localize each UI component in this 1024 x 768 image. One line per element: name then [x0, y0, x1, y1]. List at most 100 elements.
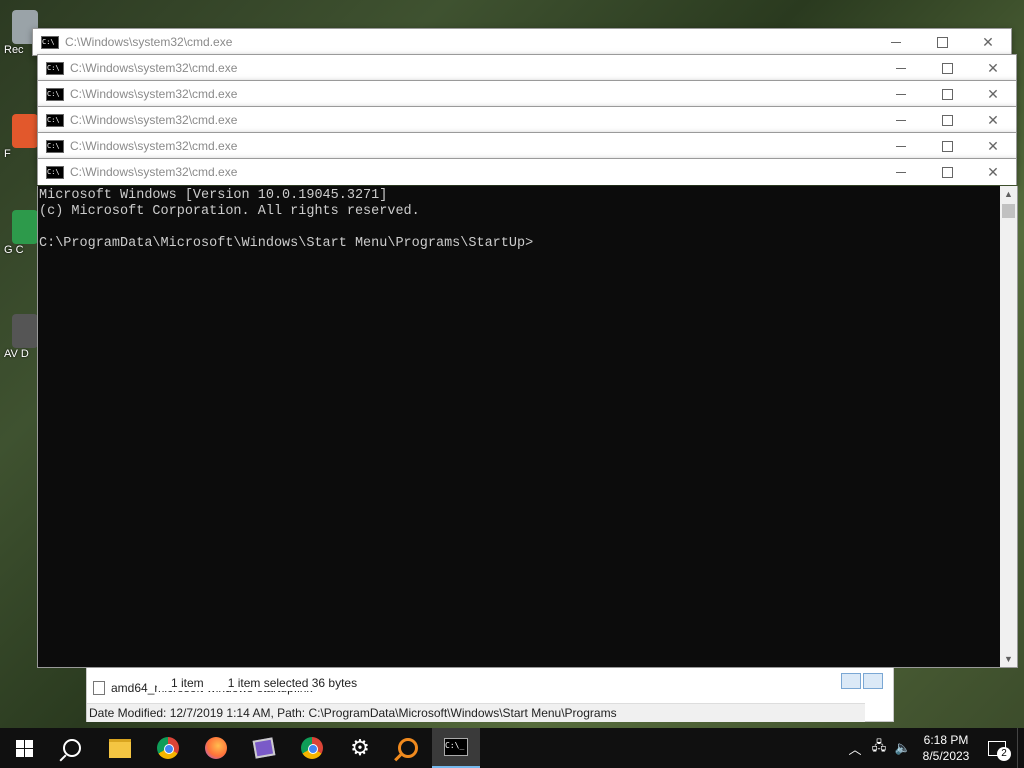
- action-center-button[interactable]: 2: [977, 728, 1017, 768]
- desktop-icon-label: AV D: [4, 348, 29, 360]
- file-explorer-icon: [109, 738, 131, 758]
- settings-gear-icon: ⚙: [350, 735, 370, 760]
- close-icon: ✕: [987, 59, 999, 76]
- maximize-button[interactable]: [924, 159, 970, 185]
- minimize-button[interactable]: [878, 55, 924, 81]
- cmd-window-2[interactable]: C:\ C:\Windows\system32\cmd.exe ✕: [37, 54, 1017, 82]
- cmd-icon: C:\: [46, 113, 64, 127]
- minimize-button[interactable]: [878, 133, 924, 159]
- search-icon: [63, 739, 81, 757]
- large-icons-view-button[interactable]: [863, 673, 883, 689]
- desktop-icon-avd[interactable]: AV D: [0, 314, 38, 360]
- window-title: C:\Windows\system32\cmd.exe: [65, 35, 233, 49]
- show-desktop-button[interactable]: [1017, 728, 1024, 768]
- search-button[interactable]: [48, 728, 96, 768]
- clock[interactable]: 6:18 PM 8/5/2023: [915, 732, 977, 764]
- clock-time: 6:18 PM: [923, 733, 969, 747]
- window-title: C:\Windows\system32\cmd.exe: [70, 61, 238, 75]
- minimize-icon: [896, 171, 906, 173]
- close-button[interactable]: ✕: [970, 55, 1016, 81]
- search-tool-icon: [398, 738, 418, 758]
- minimize-button[interactable]: [878, 81, 924, 107]
- desktop-icon-label: F: [4, 148, 11, 160]
- taskbar-chrome-2[interactable]: [288, 728, 336, 768]
- minimize-icon: [891, 41, 901, 43]
- taskbar-search-tool[interactable]: [384, 728, 432, 768]
- cmd-icon: C:\: [46, 87, 64, 101]
- close-icon: ✕: [987, 85, 999, 102]
- taskbar: ⚙ C:\_ ︿ 🖧 🔈 6:18 PM 8/5/2023 2: [0, 728, 1024, 768]
- minimize-icon: [896, 93, 906, 95]
- vertical-scrollbar[interactable]: ▲ ▼: [1000, 186, 1017, 667]
- view-buttons: [841, 673, 883, 689]
- minimize-icon: [896, 145, 906, 147]
- close-button[interactable]: ✕: [970, 159, 1016, 185]
- desktop-icon-recycle-bin[interactable]: Rec: [0, 10, 38, 56]
- taskbar-file-explorer[interactable]: [96, 728, 144, 768]
- maximize-icon: [941, 166, 953, 178]
- maximize-button[interactable]: [924, 81, 970, 107]
- maximize-button[interactable]: [924, 133, 970, 159]
- scrollbar-thumb[interactable]: [1002, 204, 1015, 218]
- cmd-icon: C:\: [46, 139, 64, 153]
- system-tray: ︿ 🖧 🔈 6:18 PM 8/5/2023 2: [843, 728, 1024, 768]
- cmd-window-5[interactable]: C:\ C:\Windows\system32\cmd.exe ✕: [37, 132, 1017, 160]
- minimize-button[interactable]: [873, 29, 919, 55]
- maximize-button[interactable]: [924, 55, 970, 81]
- cmd-window-1[interactable]: C:\ C:\Windows\system32\cmd.exe ✕: [32, 28, 1012, 56]
- desktop-icon-label: G C: [4, 244, 24, 256]
- desktop-icon-firefox[interactable]: F: [0, 114, 38, 160]
- notification-badge: 2: [997, 747, 1011, 761]
- console-text: Microsoft Windows [Version 10.0.19045.32…: [38, 186, 1017, 252]
- window-title: C:\Windows\system32\cmd.exe: [70, 139, 238, 153]
- minimize-icon: [896, 67, 906, 69]
- taskbar-settings[interactable]: ⚙: [336, 728, 384, 768]
- scroll-down-arrow-icon[interactable]: ▼: [1000, 651, 1017, 667]
- desktop-icon-chrome[interactable]: G C: [0, 210, 38, 256]
- video-editor-icon: [252, 737, 276, 759]
- title-bar[interactable]: C:\ C:\Windows\system32\cmd.exe ✕: [38, 107, 1016, 133]
- cmd-icon: C:\_: [444, 738, 468, 756]
- taskbar-cmd[interactable]: C:\_: [432, 728, 480, 768]
- close-button[interactable]: ✕: [970, 81, 1016, 107]
- title-bar[interactable]: C:\ C:\Windows\system32\cmd.exe ✕: [33, 29, 1011, 55]
- firefox-icon: [205, 737, 227, 759]
- status-bar: 1 item 1 item selected 36 bytes: [157, 675, 891, 691]
- show-hidden-icons-chevron-icon[interactable]: ︿: [843, 739, 867, 758]
- cmd-window-4[interactable]: C:\ C:\Windows\system32\cmd.exe ✕: [37, 106, 1017, 134]
- cmd-window-3[interactable]: C:\ C:\Windows\system32\cmd.exe ✕: [37, 80, 1017, 108]
- minimize-button[interactable]: [878, 159, 924, 185]
- maximize-icon: [936, 36, 948, 48]
- status-selected: 1 item selected 36 bytes: [227, 676, 358, 690]
- maximize-icon: [941, 88, 953, 100]
- cmd-icon: C:\: [46, 165, 64, 179]
- maximize-button[interactable]: [919, 29, 965, 55]
- start-button[interactable]: [0, 728, 48, 768]
- taskbar-firefox[interactable]: [192, 728, 240, 768]
- maximize-icon: [941, 114, 953, 126]
- console-prompt: C:\ProgramData\Microsoft\Windows\Start M…: [39, 236, 534, 251]
- close-button[interactable]: ✕: [970, 107, 1016, 133]
- maximize-button[interactable]: [924, 107, 970, 133]
- close-button[interactable]: ✕: [965, 29, 1011, 55]
- network-icon[interactable]: 🖧: [867, 737, 891, 759]
- console-output[interactable]: Microsoft Windows [Version 10.0.19045.32…: [37, 186, 1018, 668]
- taskbar-video-editor[interactable]: [240, 728, 288, 768]
- title-bar[interactable]: C:\ C:\Windows\system32\cmd.exe ✕: [38, 159, 1016, 185]
- clock-date: 8/5/2023: [922, 749, 970, 763]
- windows-start-icon: [15, 739, 33, 757]
- window-title: C:\Windows\system32\cmd.exe: [70, 87, 238, 101]
- title-bar[interactable]: C:\ C:\Windows\system32\cmd.exe ✕: [38, 133, 1016, 159]
- details-view-button[interactable]: [841, 673, 861, 689]
- close-icon: ✕: [982, 33, 994, 50]
- title-bar[interactable]: C:\ C:\Windows\system32\cmd.exe ✕: [38, 81, 1016, 107]
- volume-icon[interactable]: 🔈: [891, 740, 915, 756]
- cmd-window-6[interactable]: C:\ C:\Windows\system32\cmd.exe ✕: [37, 158, 1017, 185]
- cmd-icon: C:\: [41, 35, 59, 49]
- minimize-button[interactable]: [878, 107, 924, 133]
- title-bar[interactable]: C:\ C:\Windows\system32\cmd.exe ✕: [38, 55, 1016, 81]
- close-button[interactable]: ✕: [970, 133, 1016, 159]
- taskbar-chrome[interactable]: [144, 728, 192, 768]
- details-footer: Date Modified: 12/7/2019 1:14 AM, Path: …: [87, 703, 865, 722]
- scroll-up-arrow-icon[interactable]: ▲: [1000, 186, 1017, 202]
